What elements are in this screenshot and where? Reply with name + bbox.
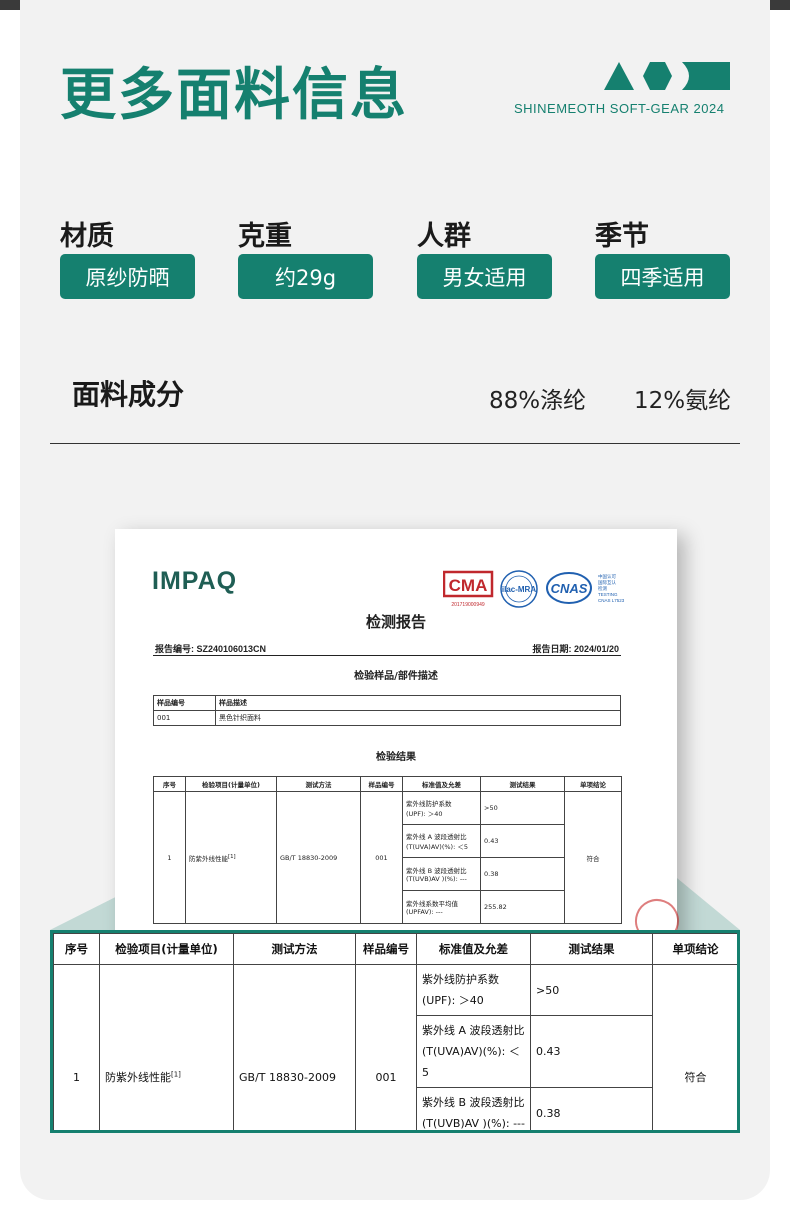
cma-text: CMA <box>449 576 488 595</box>
small-standard-4: 紫外线系数平均值 (UPFAV): --- <box>402 890 481 924</box>
small-row-item: 防紫外线性能[1] <box>185 791 277 924</box>
zoom-standard-2: 紫外线 A 波段透射比 (T(UVA)AV)(%): ＜5 <box>416 1015 531 1088</box>
zoom-row-sample: 001 <box>355 964 417 1130</box>
test-report-document: IMPAQ CMA 201719000949 ilac-MRA CNAS 中国认… <box>115 529 687 951</box>
small-row-no: 1 <box>153 791 186 924</box>
svg-text:CNAS L7523: CNAS L7523 <box>598 598 625 603</box>
zoom-standard-1: 紫外线防护系数 (UPF): ＞40 <box>416 964 531 1016</box>
small-result-4: 255.82 <box>480 890 565 924</box>
zoom-row-conclusion: 符合 <box>652 964 737 1130</box>
small-item-text: 防紫外线性能 <box>189 854 228 863</box>
zoom-item-text: 防紫外线性能 <box>105 1071 171 1084</box>
zoom-header-result: 测试结果 <box>530 933 653 965</box>
cnas-mark: CNAS 中国认可 国际互认 检测 TESTING CNAS L7523 <box>546 572 625 604</box>
sample-section-title: 检验样品/部件描述 <box>354 671 438 682</box>
zoom-result-3: 0.38 <box>530 1087 653 1130</box>
cma-number: 201719000949 <box>451 602 485 608</box>
svg-text:检测: 检测 <box>598 585 607 592</box>
ilac-text: ilac-MRA <box>502 585 536 594</box>
sample-header-no: 样品编号 <box>153 695 216 711</box>
ilac-mra-mark: ilac-MRA <box>500 570 538 608</box>
small-header-standard: 标准值及允差 <box>402 776 481 792</box>
small-row-conclusion: 符合 <box>564 791 622 924</box>
zoom-header-sample: 样品编号 <box>355 933 417 965</box>
certification-marks: CMA 201719000949 ilac-MRA CNAS 中国认可 国际互认… <box>443 570 625 608</box>
zoom-item-sup: [1] <box>171 1070 181 1079</box>
sample-table: 样品编号 样品描述 001 黑色针织面料 <box>153 695 621 726</box>
svg-text:国际互认: 国际互认 <box>598 579 616 586</box>
impaq-logo: IMPAQ <box>152 567 238 595</box>
sample-header-desc: 样品描述 <box>215 695 621 711</box>
svg-text:TESTING: TESTING <box>598 592 618 597</box>
small-result-1: >50 <box>480 791 565 825</box>
zoomed-result-table: 序号 检验项目(计量单位) 测试方法 样品编号 标准值及允差 测试结果 单项结论… <box>50 930 740 1133</box>
small-result-3: 0.38 <box>480 857 565 891</box>
svg-text:中国认可: 中国认可 <box>598 573 616 580</box>
zoom-header-conclusion: 单项结论 <box>652 933 737 965</box>
small-standard-3: 紫外线 B 波段透射比 (T(UVB)AV )(%): --- <box>402 857 481 891</box>
result-section-title: 检验结果 <box>376 752 416 763</box>
report-title: 检测报告 <box>365 613 426 631</box>
cma-mark: CMA 201719000949 <box>443 570 494 608</box>
report-date: 报告日期: 2024/01/20 <box>532 644 619 654</box>
small-header-conclusion: 单项结论 <box>564 776 622 792</box>
small-standard-1: 紫外线防护系数 (UPF): ＞40 <box>402 791 481 825</box>
zoom-standard-3: 紫外线 B 波段透射比 (T(UVB)AV )(%): --- <box>416 1087 531 1130</box>
zoom-result-2: 0.43 <box>530 1015 653 1088</box>
small-header-item: 检验项目(计量单位) <box>185 776 277 792</box>
result-table-zoomed: 序号 检验项目(计量单位) 测试方法 样品编号 标准值及允差 测试结果 单项结论… <box>53 933 737 1130</box>
zoom-row-item: 防紫外线性能[1] <box>99 964 234 1130</box>
zoom-header-no: 序号 <box>53 933 100 965</box>
small-header-sample: 样品编号 <box>360 776 403 792</box>
small-result-2: 0.43 <box>480 824 565 858</box>
zoom-row-method: GB/T 18830-2009 <box>233 964 356 1130</box>
small-header-no: 序号 <box>153 776 186 792</box>
report-header-rule <box>153 655 621 656</box>
zoom-result-1: >50 <box>530 964 653 1016</box>
cnas-text: CNAS <box>551 581 588 596</box>
result-table-small: 序号 检验项目(计量单位) 测试方法 样品编号 标准值及允差 测试结果 单项结论… <box>153 776 622 924</box>
small-row-sample: 001 <box>360 791 403 924</box>
small-header-method: 测试方法 <box>276 776 361 792</box>
zoom-header-standard: 标准值及允差 <box>416 933 531 965</box>
small-standard-2: 紫外线 A 波段透射比 (T(UVA)AV)(%): ＜5 <box>402 824 481 858</box>
sample-desc: 黑色针织面料 <box>215 710 621 726</box>
small-header-result: 测试结果 <box>480 776 565 792</box>
zoom-row-no: 1 <box>53 964 100 1130</box>
zoom-header-item: 检验项目(计量单位) <box>99 933 234 965</box>
report-number: 报告编号: SZ240106013CN <box>155 644 267 654</box>
small-item-sup: [1] <box>228 853 236 860</box>
small-row-method: GB/T 18830-2009 <box>276 791 361 924</box>
zoom-header-method: 测试方法 <box>233 933 356 965</box>
sample-no: 001 <box>153 710 216 726</box>
